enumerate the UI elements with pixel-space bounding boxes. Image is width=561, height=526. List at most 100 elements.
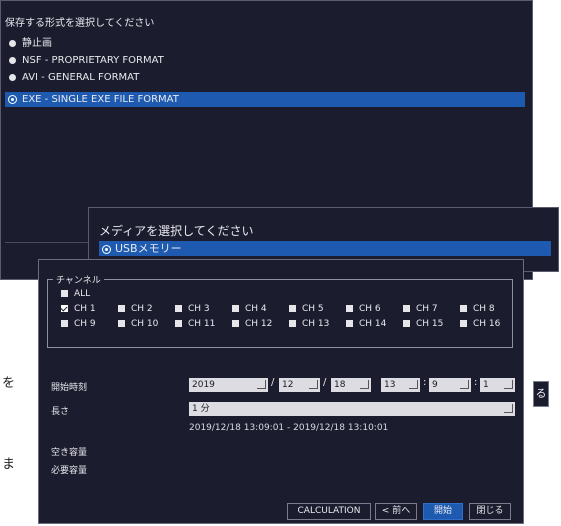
- checkbox-icon: [61, 290, 68, 297]
- checkbox-icon: [460, 305, 467, 312]
- time-range-text: 2019/12/18 13:09:01 - 2019/12/18 13:10:0…: [189, 423, 389, 433]
- start-time-label: 開始時刻: [51, 383, 88, 393]
- checkbox-ch-14[interactable]: CH 14: [346, 319, 386, 330]
- checkbox-icon: [232, 320, 239, 327]
- checkbox-ch-11[interactable]: CH 11: [175, 319, 215, 330]
- checkbox-icon: [118, 320, 125, 327]
- checkbox-icon: [61, 320, 68, 327]
- spin-arrow-icon: [360, 380, 369, 389]
- side-text-fragment: を: [2, 376, 16, 391]
- format-option-label: 静止画: [22, 38, 52, 49]
- checkbox-ch-3[interactable]: CH 3: [175, 304, 210, 315]
- start-minute-field[interactable]: 9: [429, 378, 471, 392]
- checkbox-icon: [175, 305, 182, 312]
- close-button[interactable]: 閉じる: [469, 503, 511, 520]
- start-hour-value: 13: [384, 380, 396, 390]
- checkbox-label: CH 15: [416, 319, 444, 329]
- checkbox-label: CH 7: [416, 304, 438, 314]
- format-option-exe[interactable]: EXE - SINGLE EXE FILE FORMAT: [5, 92, 525, 107]
- checkbox-label: CH 3: [188, 304, 210, 314]
- date-separator: /: [271, 377, 275, 388]
- media-dialog-title: メディアを選択してください: [99, 224, 254, 238]
- checkbox-ch-8[interactable]: CH 8: [460, 304, 495, 315]
- spin-arrow-icon: [504, 380, 513, 389]
- checkbox-label: CH 8: [473, 304, 495, 314]
- format-option-still[interactable]: 静止画: [5, 36, 525, 51]
- format-option-avi[interactable]: AVI - GENERAL FORMAT: [5, 70, 525, 85]
- checkbox-ch-2[interactable]: CH 2: [118, 304, 153, 315]
- checkbox-icon: [346, 305, 353, 312]
- checkbox-label: CH 10: [131, 319, 159, 329]
- spin-arrow-icon: [460, 380, 469, 389]
- checkbox-ch-16[interactable]: CH 16: [460, 319, 500, 330]
- partial-close-button[interactable]: る: [533, 381, 549, 407]
- format-option-label: NSF - PROPRIETARY FORMAT: [22, 55, 164, 66]
- side-text-fragment: ま: [2, 457, 16, 472]
- media-option-label: USBメモリー: [115, 242, 182, 255]
- checkbox-label: CH 1: [74, 304, 96, 314]
- format-option-label: AVI - GENERAL FORMAT: [22, 72, 140, 83]
- checkbox-ch-15[interactable]: CH 15: [403, 319, 443, 330]
- radio-icon: [9, 73, 16, 81]
- radio-icon: [9, 56, 16, 64]
- start-button[interactable]: 開始: [423, 503, 463, 520]
- checkbox-label: CH 2: [131, 304, 153, 314]
- checkbox-ch-4[interactable]: CH 4: [232, 304, 267, 315]
- checkbox-label: CH 16: [473, 319, 501, 329]
- length-value: 1 分: [192, 404, 210, 414]
- checkbox-ch-5[interactable]: CH 5: [289, 304, 324, 315]
- checkbox-label: CH 9: [74, 319, 96, 329]
- date-separator: /: [323, 377, 327, 388]
- start-second-value: 1: [483, 380, 489, 390]
- checkbox-icon: [289, 305, 296, 312]
- channel-group: [47, 279, 513, 348]
- format-dialog-title: 保存する形式を選択してください: [5, 18, 155, 29]
- spin-arrow-icon: [309, 380, 318, 389]
- start-year-field[interactable]: 2019: [189, 378, 268, 392]
- checkbox-label: ALL: [74, 289, 91, 299]
- checkbox-label: CH 6: [359, 304, 381, 314]
- format-option-label: EXE - SINGLE EXE FILE FORMAT: [22, 94, 179, 105]
- channel-group-title: チャンネル: [53, 273, 104, 286]
- required-space-label: 必要容量: [51, 466, 88, 476]
- media-option-usb[interactable]: USBメモリー: [99, 241, 551, 256]
- checkbox-ch-7[interactable]: CH 7: [403, 304, 438, 315]
- checkbox-ch-10[interactable]: CH 10: [118, 319, 158, 330]
- format-option-nsf[interactable]: NSF - PROPRIETARY FORMAT: [5, 53, 525, 68]
- radio-icon: [9, 39, 16, 47]
- radio-selected-icon: [103, 245, 110, 253]
- start-month-field[interactable]: 12: [279, 378, 320, 392]
- checkbox-ch-13[interactable]: CH 13: [289, 319, 329, 330]
- free-space-label: 空き容量: [51, 448, 88, 458]
- checkbox-label: CH 14: [359, 319, 387, 329]
- time-separator: :: [423, 377, 427, 388]
- export-dialog: チャンネル ALL CH 1 CH 2 CH 3 CH 4 CH 5 CH 6 …: [38, 259, 524, 524]
- checkbox-icon: [403, 305, 410, 312]
- checkbox-label: CH 4: [245, 304, 267, 314]
- checkbox-icon: [175, 320, 182, 327]
- checkbox-label: CH 13: [302, 319, 330, 329]
- checkbox-icon: [289, 320, 296, 327]
- length-label: 長さ: [51, 407, 70, 417]
- start-minute-value: 9: [432, 380, 438, 390]
- checkbox-ch-12[interactable]: CH 12: [232, 319, 272, 330]
- checkbox-icon: [403, 320, 410, 327]
- dropdown-arrow-icon: [504, 404, 513, 413]
- checkbox-ch-9[interactable]: CH 9: [61, 319, 96, 330]
- start-day-field[interactable]: 18: [331, 378, 371, 392]
- length-select[interactable]: 1 分: [189, 402, 515, 416]
- checkbox-ch-6[interactable]: CH 6: [346, 304, 381, 315]
- spin-arrow-icon: [409, 380, 418, 389]
- checkbox-label: CH 11: [188, 319, 216, 329]
- start-hour-field[interactable]: 13: [381, 378, 420, 392]
- time-separator: :: [474, 377, 478, 388]
- spin-arrow-icon: [257, 380, 266, 389]
- prev-button[interactable]: < 前へ: [375, 503, 417, 520]
- checkbox-all[interactable]: ALL: [61, 289, 90, 300]
- checkbox-checked-icon: [61, 305, 68, 312]
- radio-selected-icon: [9, 95, 16, 103]
- checkbox-ch-1[interactable]: CH 1: [61, 304, 96, 315]
- start-second-field[interactable]: 1: [480, 378, 515, 392]
- calculation-button[interactable]: CALCULATION: [287, 503, 371, 520]
- checkbox-icon: [460, 320, 467, 327]
